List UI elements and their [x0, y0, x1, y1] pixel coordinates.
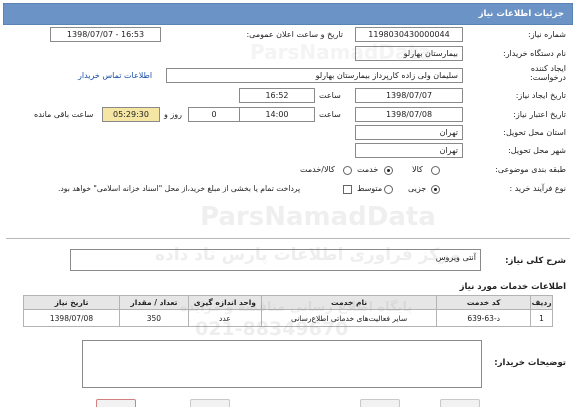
- need-date-field[interactable]: 1398/07/07: [355, 88, 463, 103]
- treasury-bonds-checkbox[interactable]: [343, 185, 352, 194]
- category-option-goods-service: کالا/خدمت: [300, 165, 335, 174]
- section-divider: [6, 238, 570, 239]
- delivery-city-label: شهر محل تحویل:: [508, 146, 566, 155]
- validity-time-field[interactable]: 14:00: [239, 107, 315, 122]
- buyer-notes-label: توضیحات خریدار:: [494, 358, 566, 368]
- category-radio-goods-service[interactable]: [343, 166, 352, 175]
- announce-datetime-field[interactable]: 1398/07/07 - 16:53: [50, 27, 161, 42]
- table-header-row: تاریخ نیاز تعداد / مقدار واحد اندازه گیر…: [23, 295, 553, 310]
- action-button[interactable]: [440, 399, 480, 407]
- cell-unit: عدد: [187, 309, 262, 327]
- back-button[interactable]: [190, 399, 230, 407]
- category-option-goods: کالا: [412, 165, 423, 174]
- treasury-bonds-note: پرداخت تمام یا بخشی از مبلغ خرید،از محل …: [58, 184, 301, 193]
- category-radio-goods[interactable]: [431, 166, 440, 175]
- col-unit: واحد اندازه گیری: [187, 295, 262, 310]
- purchase-type-option-medium: متوسط: [357, 184, 383, 193]
- remaining-days-label: روز و: [164, 110, 182, 119]
- buyer-contact-link[interactable]: اطلاعات تماس خریدار: [78, 71, 152, 80]
- col-quantity: تعداد / مقدار: [119, 295, 189, 310]
- need-number-label: شماره نیاز:: [528, 30, 566, 39]
- validity-time-label: ساعت: [319, 110, 341, 119]
- validity-label: تاریخ اعتبار نیاز:: [513, 110, 566, 119]
- need-time-label: ساعت: [319, 91, 341, 100]
- category-radio-service[interactable]: [384, 166, 393, 175]
- action-button[interactable]: [360, 399, 400, 407]
- need-time-field[interactable]: 16:52: [239, 88, 315, 103]
- col-service-code: کد خدمت: [436, 295, 532, 310]
- category-option-service: خدمت: [357, 165, 379, 174]
- summary-label: شرح کلی نیاز:: [505, 256, 566, 266]
- services-section-title: اطلاعات خدمات مورد نیاز: [459, 282, 566, 292]
- purchase-type-option-minor: جزیی: [408, 184, 427, 193]
- need-date-label: تاریخ ایجاد نیاز:: [515, 91, 566, 100]
- buyer-org-field[interactable]: بیمارستان بهارلو: [355, 46, 463, 61]
- delivery-province-label: استان محل تحویل:: [503, 128, 566, 137]
- page-title-bar: جزئیات اطلاعات نیاز: [3, 3, 573, 25]
- print-button[interactable]: [96, 399, 136, 407]
- cell-quantity: 350: [119, 309, 189, 327]
- purchase-type-radio-medium[interactable]: [384, 185, 393, 194]
- category-label: طبقه بندی موضوعی:: [495, 165, 566, 174]
- cell-service-name: سایر فعالیت‌های خدماتی اطلاع‌رسانی: [260, 309, 438, 327]
- col-service-name: نام خدمت: [260, 295, 438, 310]
- summary-field[interactable]: آنتی ویروس: [70, 249, 481, 271]
- services-table: تاریخ نیاز تعداد / مقدار واحد اندازه گیر…: [23, 295, 553, 327]
- cell-row-number: 1: [530, 309, 553, 327]
- announce-datetime-label: تاریخ و ساعت اعلان عمومی:: [246, 30, 343, 39]
- col-row-number: ردیف: [530, 295, 553, 310]
- request-creator-label: ایجاد کننده درخواست:: [530, 64, 566, 82]
- delivery-city-field[interactable]: تهران: [355, 143, 463, 158]
- request-creator-field[interactable]: سلیمان ولی زاده کارپرداز بیمارستان بهارل…: [166, 68, 463, 83]
- remaining-time-label: ساعت باقی مانده: [34, 110, 94, 119]
- table-row[interactable]: 1398/07/08 350 عدد سایر فعالیت‌های خدمات…: [23, 309, 553, 327]
- buyer-org-label: نام دستگاه خریدار:: [503, 49, 566, 58]
- buyer-notes-field[interactable]: [82, 340, 482, 388]
- purchase-type-radio-minor[interactable]: [431, 185, 440, 194]
- cell-service-code: د-63-639: [436, 309, 532, 327]
- purchase-type-label: نوع فرآیند خرید :: [509, 184, 566, 193]
- delivery-province-field[interactable]: تهران: [355, 125, 463, 140]
- watermark-text: ParsNamadData: [200, 202, 436, 232]
- remaining-days-field: 0: [188, 107, 240, 122]
- need-number-field[interactable]: 1198030430000044: [355, 27, 463, 42]
- cell-need-date: 1398/07/08: [23, 309, 120, 327]
- validity-date-field[interactable]: 1398/07/08: [355, 107, 463, 122]
- col-need-date: تاریخ نیاز: [23, 295, 120, 310]
- remaining-time-field: 05:29:30: [102, 107, 160, 122]
